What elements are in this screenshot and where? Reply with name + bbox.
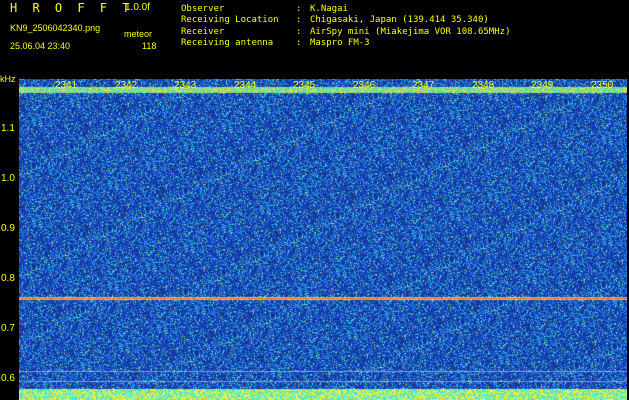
hrofft-window: H R O F F T 1.0.0f KN9_2506042340.png me… bbox=[0, 0, 629, 400]
x-tick-label: 2349 bbox=[531, 80, 554, 91]
mode-label: meteor bbox=[124, 29, 153, 39]
x-tick-label: 2346 bbox=[353, 80, 376, 91]
meta-key: Receiving antenna bbox=[181, 38, 274, 48]
meta-colon: : bbox=[296, 27, 302, 37]
file-name: KN9_2506042340.png bbox=[10, 23, 101, 33]
datetime: 25.06.04 23:40 bbox=[10, 41, 71, 51]
y-tick-label: 1.0 bbox=[1, 173, 15, 184]
spectrogram-plot bbox=[19, 79, 627, 400]
x-tick-label: 2341 bbox=[55, 80, 78, 91]
meta-location: Receiving Location: Chigasaki, Japan (139… bbox=[181, 15, 489, 25]
meta-colon: : bbox=[296, 4, 302, 14]
x-tick-label: 2344 bbox=[234, 80, 257, 91]
meta-key: Receiving Location bbox=[181, 15, 279, 25]
meta-value: Maspro FM-3 bbox=[310, 38, 370, 48]
y-tick-label: 0.9 bbox=[1, 223, 15, 234]
spectrogram-canvas bbox=[19, 79, 627, 400]
y-tick-label: 0.7 bbox=[1, 323, 15, 334]
meta-key: Receiver bbox=[181, 27, 225, 37]
y-tick-label: 0.8 bbox=[1, 273, 15, 284]
x-tick-label: 2350 bbox=[591, 80, 614, 91]
y-tick-label: 1.1 bbox=[1, 123, 15, 134]
meta-key: Observer bbox=[181, 4, 225, 14]
y-axis-unit: kHz bbox=[0, 74, 16, 84]
meta-value: AirSpy mini (Miakejima VOR 108.65MHz) bbox=[310, 27, 511, 37]
app-title: H R O F F T bbox=[10, 1, 134, 15]
x-tick-label: 2342 bbox=[115, 80, 138, 91]
meta-receiver: Receiver: AirSpy mini (Miakejima VOR 108.… bbox=[181, 27, 510, 37]
meta-observer: Observer: K.Nagai bbox=[181, 4, 348, 14]
y-tick-label: 0.6 bbox=[1, 373, 15, 384]
meta-antenna: Receiving antenna: Maspro FM-3 bbox=[181, 38, 370, 48]
meta-colon: : bbox=[296, 15, 302, 25]
x-tick-label: 2343 bbox=[174, 80, 197, 91]
meta-value: K.Nagai bbox=[310, 4, 348, 14]
x-tick-label: 2348 bbox=[472, 80, 495, 91]
meta-value: Chigasaki, Japan (139.414 35.340) bbox=[310, 15, 489, 25]
x-tick-label: 2345 bbox=[293, 80, 316, 91]
count-value: 118 bbox=[142, 41, 157, 51]
app-version: 1.0.0f bbox=[125, 2, 151, 13]
x-tick-label: 2347 bbox=[412, 80, 435, 91]
meta-colon: : bbox=[296, 38, 302, 48]
